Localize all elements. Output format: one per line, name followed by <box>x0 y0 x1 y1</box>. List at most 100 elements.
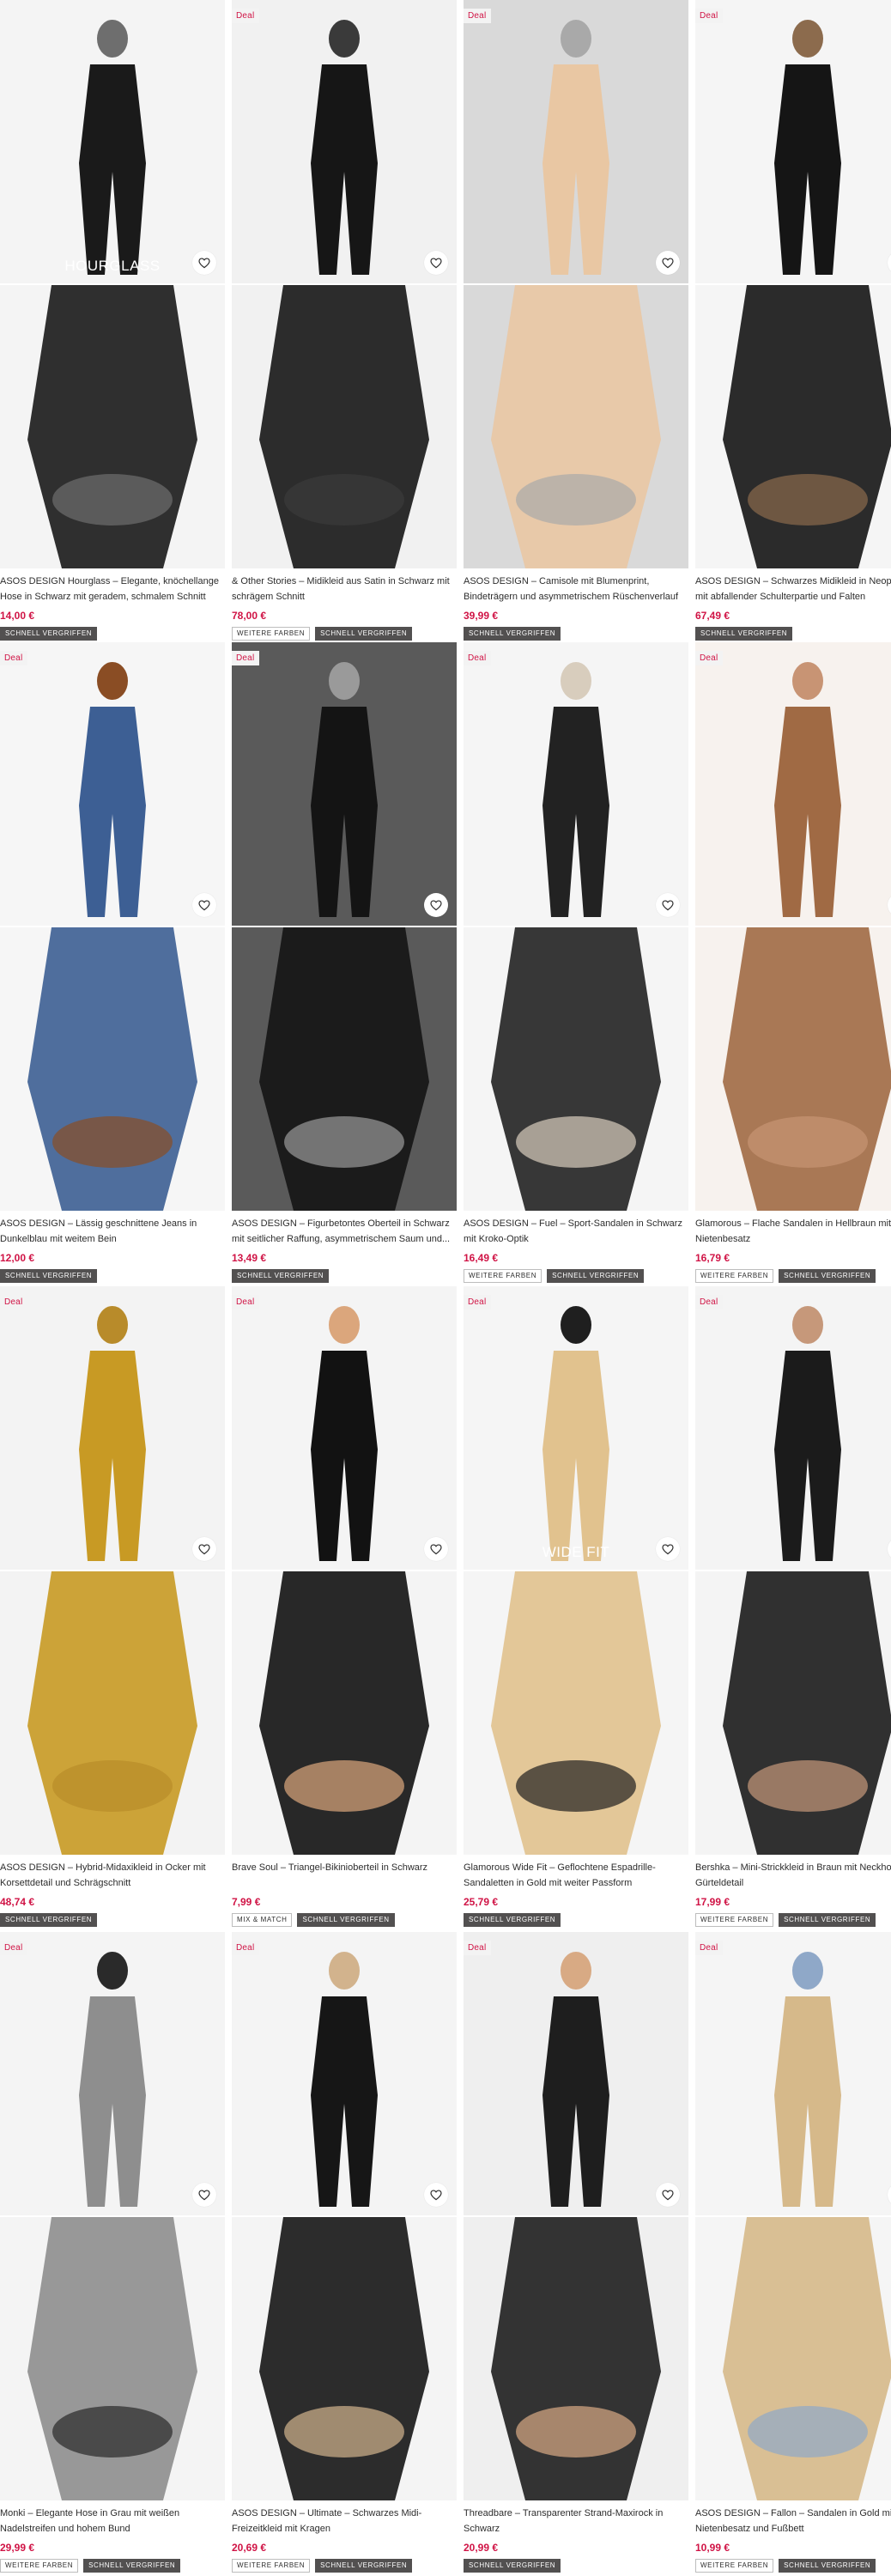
product-title[interactable]: ASOS DESIGN – Camisole mit Blumenprint, … <box>464 574 688 605</box>
selling-fast-badge: SCHNELL VERGRIFFEN <box>83 2559 181 2573</box>
wishlist-heart-icon[interactable] <box>424 2183 448 2207</box>
wishlist-heart-icon[interactable] <box>192 251 216 275</box>
product-image-secondary[interactable] <box>695 1571 891 1855</box>
product-image-primary[interactable]: Deal <box>232 1286 457 1570</box>
product-title[interactable]: Brave Soul – Triangel-Bikinioberteil in … <box>232 1860 457 1891</box>
product-image-primary[interactable]: Deal WIDE FIT <box>464 1286 688 1570</box>
product-image-secondary[interactable] <box>695 2217 891 2500</box>
product-card[interactable]: Deal Threadbare – Transparenter Strand-Ma… <box>464 1932 688 2573</box>
product-title[interactable]: ASOS DESIGN – Schwarzes Midikleid in Neo… <box>695 574 891 605</box>
product-image-secondary[interactable] <box>232 927 457 1211</box>
product-card[interactable]: Deal ASOS DESIGN – Fuel – Sport-Sandalen … <box>464 642 688 1283</box>
product-image-secondary[interactable] <box>695 927 891 1211</box>
product-title[interactable]: ASOS DESIGN – Fuel – Sport-Sandalen in S… <box>464 1216 688 1247</box>
product-image-primary[interactable]: Deal <box>464 0 688 283</box>
product-title[interactable]: ASOS DESIGN – Lässig geschnittene Jeans … <box>0 1216 225 1247</box>
product-card[interactable]: Deal ASOS DESIGN – Ultimate – Schwarzes M… <box>232 1932 457 2573</box>
product-badges: WEITERE FARBEN SCHNELL VERGRIFFEN <box>232 627 413 641</box>
product-image-primary[interactable]: Deal <box>0 642 225 926</box>
product-price: 67,49 € <box>695 610 730 622</box>
product-card[interactable]: Deal Brave Soul – Triangel-Bikinioberteil… <box>232 1286 457 1927</box>
product-photo <box>0 0 225 283</box>
more-colours-badge: WEITERE FARBEN <box>695 2559 774 2573</box>
product-image-primary[interactable]: Deal <box>232 1932 457 2215</box>
deal-badge: Deal <box>232 1941 260 1955</box>
product-image-secondary[interactable] <box>0 1571 225 1855</box>
product-image-secondary[interactable] <box>0 285 225 568</box>
wishlist-heart-icon[interactable] <box>192 1537 216 1561</box>
product-photo <box>0 642 225 926</box>
product-title[interactable]: ASOS DESIGN – Hybrid-Midaxikleid in Ocke… <box>0 1860 225 1891</box>
product-image-primary[interactable]: Deal <box>0 1932 225 2215</box>
product-card[interactable]: Deal ASOS DESIGN – Camisole mit Blumenpri… <box>464 0 688 641</box>
product-title[interactable]: ASOS DESIGN – Figurbetontes Oberteil in … <box>232 1216 457 1247</box>
product-image-secondary[interactable] <box>695 285 891 568</box>
product-card[interactable]: Deal & Other Stories – Midikleid aus Sati… <box>232 0 457 641</box>
product-image-primary[interactable]: HOURGLASS <box>0 0 225 283</box>
deal-badge: Deal <box>464 1941 492 1955</box>
product-image-secondary[interactable] <box>0 2217 225 2500</box>
product-image-primary[interactable]: Deal <box>464 1932 688 2215</box>
deal-badge: Deal <box>232 9 260 23</box>
wishlist-heart-icon[interactable] <box>424 251 448 275</box>
product-card[interactable]: Deal ASOS DESIGN – Fallon – Sandalen in G… <box>695 1932 891 2573</box>
product-photo <box>232 0 457 283</box>
product-card[interactable]: Deal Monki – Elegante Hose in Grau mit we… <box>0 1932 225 2573</box>
product-title[interactable]: ASOS DESIGN – Fallon – Sandalen in Gold … <box>695 2506 891 2537</box>
product-title[interactable]: ASOS DESIGN – Ultimate – Schwarzes Midi-… <box>232 2506 457 2537</box>
product-price: 16,79 € <box>695 1252 730 1264</box>
product-title[interactable]: Glamorous – Flache Sandalen in Hellbraun… <box>695 1216 891 1247</box>
more-colours-badge: WEITERE FARBEN <box>232 2559 311 2573</box>
product-photo <box>464 1932 688 2215</box>
product-card[interactable]: Deal WIDE FIT Glamorous Wide Fit – Gefloch… <box>464 1286 688 1927</box>
product-badges: SCHNELL VERGRIFFEN <box>464 627 561 641</box>
product-image-secondary[interactable] <box>464 2217 688 2500</box>
product-image-secondary[interactable] <box>464 285 688 568</box>
product-title[interactable]: Bershka – Mini-Strickkleid in Braun mit … <box>695 1860 891 1891</box>
product-card[interactable]: Deal ASOS DESIGN – Lässig geschnittene Je… <box>0 642 225 1283</box>
product-image-primary[interactable]: Deal <box>695 642 891 926</box>
selling-fast-badge: SCHNELL VERGRIFFEN <box>0 627 98 641</box>
product-image-primary[interactable]: Deal <box>695 1286 891 1570</box>
product-card[interactable]: Deal Bershka – Mini-Strickkleid in Braun … <box>695 1286 891 1927</box>
product-image-secondary[interactable] <box>232 2217 457 2500</box>
selling-fast-badge: SCHNELL VERGRIFFEN <box>779 1269 876 1283</box>
product-price: 48,74 € <box>0 1896 35 1908</box>
more-colours-badge: WEITERE FARBEN <box>695 1913 774 1927</box>
product-card[interactable]: Deal ASOS DESIGN – Hybrid-Midaxikleid in … <box>0 1286 225 1927</box>
product-title[interactable]: ASOS DESIGN Hourglass – Elegante, knöche… <box>0 574 225 605</box>
product-image-secondary[interactable] <box>232 285 457 568</box>
product-image-primary[interactable]: Deal <box>695 1932 891 2215</box>
product-detail-photo <box>464 1571 688 1855</box>
product-image-secondary[interactable] <box>464 1571 688 1855</box>
product-title[interactable]: Glamorous Wide Fit – Geflochtene Espadri… <box>464 1860 688 1891</box>
product-card[interactable]: Deal Glamorous – Flache Sandalen in Hellb… <box>695 642 891 1283</box>
product-image-secondary[interactable] <box>232 1571 457 1855</box>
product-card[interactable]: Deal ASOS DESIGN – Figurbetontes Oberteil… <box>232 642 457 1283</box>
wishlist-heart-icon[interactable] <box>192 2183 216 2207</box>
product-image-primary[interactable]: Deal <box>695 0 891 283</box>
product-card[interactable]: HOURGLASS ASOS DESIGN Hourglass – Elegant… <box>0 0 225 641</box>
product-image-secondary[interactable] <box>0 927 225 1211</box>
wishlist-heart-icon[interactable] <box>656 2183 680 2207</box>
product-image-primary[interactable]: Deal <box>0 1286 225 1570</box>
product-detail-photo <box>0 927 225 1211</box>
wishlist-heart-icon[interactable] <box>656 893 680 917</box>
product-title[interactable]: & Other Stories – Midikleid aus Satin in… <box>232 574 457 605</box>
product-image-secondary[interactable] <box>464 927 688 1211</box>
product-title[interactable]: Monki – Elegante Hose in Grau mit weißen… <box>0 2506 225 2537</box>
fit-overlay-label: HOURGLASS <box>64 258 161 274</box>
product-image-primary[interactable]: Deal <box>232 642 457 926</box>
wishlist-heart-icon[interactable] <box>424 1537 448 1561</box>
wishlist-heart-icon[interactable] <box>424 893 448 917</box>
product-title[interactable]: Threadbare – Transparenter Strand-Maxiro… <box>464 2506 688 2537</box>
product-card[interactable]: Deal ASOS DESIGN – Schwarzes Midikleid in… <box>695 0 891 641</box>
product-image-primary[interactable]: Deal <box>464 642 688 926</box>
product-price: 12,00 € <box>0 1252 35 1264</box>
selling-fast-badge: SCHNELL VERGRIFFEN <box>0 1913 98 1927</box>
product-image-primary[interactable]: Deal <box>232 0 457 283</box>
product-badges: SCHNELL VERGRIFFEN <box>232 1269 330 1283</box>
wishlist-heart-icon[interactable] <box>656 251 680 275</box>
wishlist-heart-icon[interactable] <box>192 893 216 917</box>
wishlist-heart-icon[interactable] <box>656 1537 680 1561</box>
